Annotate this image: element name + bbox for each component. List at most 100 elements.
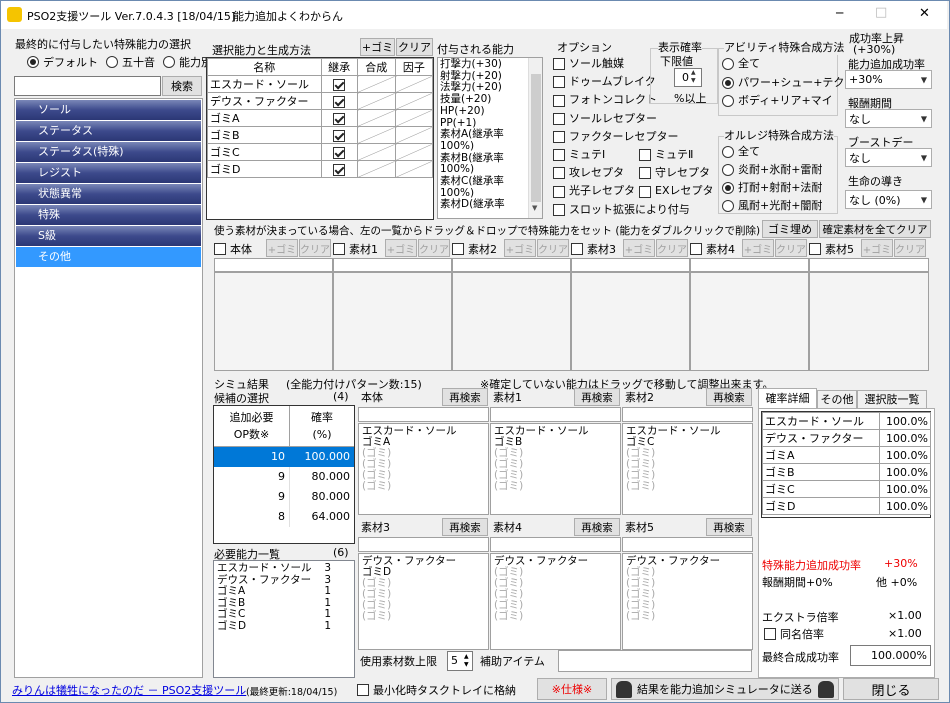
sim-slot-box[interactable]: エスカード・ソール ゴミC (ゴミ) (ゴミ) (ゴミ) (ゴミ) [622, 423, 753, 515]
inherit-checkbox[interactable] [333, 129, 346, 142]
radio-ability-brm[interactable] [722, 95, 734, 108]
sim-slot-box[interactable]: デウス・ファクター ゴミD (ゴミ) (ゴミ) (ゴミ) (ゴミ) [358, 553, 489, 650]
inherit-checkbox[interactable] [333, 78, 346, 91]
inherit-checkbox[interactable] [333, 95, 346, 108]
add-trash-button[interactable]: +ゴミ [266, 239, 298, 257]
list-item[interactable]: エスカード・ソール 3 [217, 562, 351, 575]
radio-by-ability[interactable] [163, 56, 175, 68]
spec-button[interactable]: ※仕様※ [537, 678, 607, 700]
category-status-special[interactable]: ステータス(特殊) [16, 142, 201, 162]
table-row[interactable]: ゴミA [207, 109, 434, 127]
material-slot-checkbox[interactable] [452, 243, 464, 255]
add-trash-button[interactable]: +ゴミ [504, 239, 536, 257]
add-success-select[interactable]: +30% ▼ [845, 70, 932, 89]
reward-select[interactable]: なし ▼ [845, 109, 932, 128]
radio-orulle-elem[interactable] [722, 164, 734, 176]
option-checkbox[interactable] [553, 185, 565, 198]
clear-button[interactable]: クリア [396, 38, 433, 56]
scroll-thumb[interactable] [531, 74, 541, 202]
material-slot-dropzone[interactable] [690, 272, 809, 371]
clear-button[interactable]: クリア [894, 239, 926, 257]
category-other[interactable]: その他 [16, 247, 201, 267]
search-input[interactable] [14, 76, 161, 96]
material-slot-dropzone[interactable] [452, 272, 571, 371]
add-trash-button[interactable]: +ゴミ [861, 239, 893, 257]
radio-orulle-light[interactable] [722, 200, 734, 212]
research-button[interactable]: 再検索 [574, 388, 620, 406]
radio-orulle-all[interactable] [722, 146, 734, 158]
tab-choices[interactable]: 選択肢一覧 [857, 390, 927, 409]
sim-slot-box[interactable]: エスカード・ソール ゴミA (ゴミ) (ゴミ) (ゴミ) (ゴミ) [358, 423, 489, 515]
material-slot-dropzone[interactable] [214, 272, 333, 371]
option-checkbox[interactable] [553, 203, 565, 216]
close-icon[interactable]: ✕ [919, 6, 930, 21]
table-row[interactable]: 8 64.000 [214, 507, 354, 527]
table-row[interactable]: ゴミB [207, 126, 434, 144]
material-slot-checkbox[interactable] [809, 243, 821, 255]
option-checkbox[interactable] [639, 167, 651, 180]
table-row[interactable]: 9 80.000 [214, 467, 354, 487]
tab-probability-detail[interactable]: 確率詳細 [758, 388, 817, 409]
use-limit-spinner[interactable]: 5 [447, 651, 473, 671]
radio-ability-pst[interactable] [722, 76, 734, 89]
material-slot-checkbox[interactable] [571, 243, 583, 255]
clear-button[interactable]: クリア [537, 239, 569, 257]
inherit-checkbox[interactable] [333, 112, 346, 125]
material-slot-dropzone[interactable] [809, 272, 929, 371]
sim-slot-box[interactable]: デウス・ファクター (ゴミ) (ゴミ) (ゴミ) (ゴミ) (ゴミ) [622, 553, 753, 650]
sim-slot-box[interactable]: デウス・ファクター (ゴミ) (ゴミ) (ゴミ) (ゴミ) (ゴミ) [490, 553, 621, 650]
material-slot-checkbox[interactable] [333, 243, 345, 255]
close-button[interactable]: 閉じる [843, 678, 939, 700]
table-row[interactable]: デウス・ファクター [207, 92, 434, 110]
aux-item-input[interactable] [558, 650, 752, 672]
radio-ability-all[interactable] [722, 58, 734, 71]
radio-orulle-phys[interactable] [722, 182, 734, 194]
spinner-arrows-icon[interactable]: ▲ ▼ [691, 69, 696, 85]
category-soul[interactable]: ソール [16, 100, 201, 120]
guide-select[interactable]: なし (0%) ▼ [845, 190, 932, 209]
option-checkbox[interactable] [553, 130, 565, 143]
tray-checkbox[interactable] [357, 684, 369, 696]
table-row[interactable]: ゴミC [207, 143, 434, 161]
tab-other[interactable]: その他 [817, 390, 857, 409]
add-trash-button[interactable]: +ゴミ [742, 239, 774, 257]
rate-spinner[interactable]: 0 [674, 68, 702, 87]
clear-button[interactable]: クリア [656, 239, 688, 257]
inherit-checkbox[interactable] [333, 146, 346, 159]
option-checkbox[interactable] [553, 149, 565, 162]
table-row[interactable]: ゴミD [207, 160, 434, 178]
trash-fill-button[interactable]: ゴミ埋め [762, 220, 818, 238]
search-button[interactable]: 検索 [162, 76, 202, 96]
inherit-checkbox[interactable] [333, 163, 346, 176]
maximize-icon[interactable]: □ [875, 5, 887, 20]
table-row[interactable]: エスカード・ソール [207, 75, 434, 93]
same-name-checkbox[interactable] [764, 628, 776, 640]
category-special[interactable]: 特殊 [16, 205, 201, 225]
option-checkbox[interactable] [553, 167, 565, 180]
material-slot-dropzone[interactable] [333, 272, 452, 371]
research-button[interactable]: 再検索 [442, 518, 488, 536]
sim-slot-box[interactable]: エスカード・ソール ゴミB (ゴミ) (ゴミ) (ゴミ) (ゴミ) [490, 423, 621, 515]
material-slot-dropzone[interactable] [571, 272, 690, 371]
option-checkbox[interactable] [639, 185, 651, 198]
clear-button[interactable]: クリア [775, 239, 807, 257]
add-trash-button[interactable]: +ゴミ [360, 38, 395, 56]
category-s-class[interactable]: S級 [16, 226, 201, 246]
list-item[interactable]: ゴミA 1 [217, 585, 351, 598]
option-checkbox[interactable] [553, 76, 565, 89]
clear-button[interactable]: クリア [418, 239, 450, 257]
list-item[interactable]: ゴミC 1 [217, 608, 351, 621]
add-trash-button[interactable]: +ゴミ [623, 239, 655, 257]
spinner-arrows-icon[interactable]: ▲ ▼ [464, 653, 469, 669]
option-checkbox[interactable] [553, 94, 565, 107]
research-button[interactable]: 再検索 [574, 518, 620, 536]
radio-default[interactable] [27, 56, 39, 68]
send-to-simulator-button[interactable]: 結果を能力追加シミュレータに送る [611, 678, 839, 700]
category-ailment[interactable]: 状態異常 [16, 184, 201, 204]
table-row[interactable]: 9 80.000 [214, 487, 354, 507]
clear-all-button[interactable]: 確定素材を全てクリア [819, 220, 931, 238]
boost-select[interactable]: なし ▼ [845, 148, 932, 167]
radio-gojuon[interactable] [106, 56, 118, 68]
scroll-down-icon[interactable]: ▼ [532, 204, 537, 212]
material-slot-checkbox[interactable] [690, 243, 702, 255]
